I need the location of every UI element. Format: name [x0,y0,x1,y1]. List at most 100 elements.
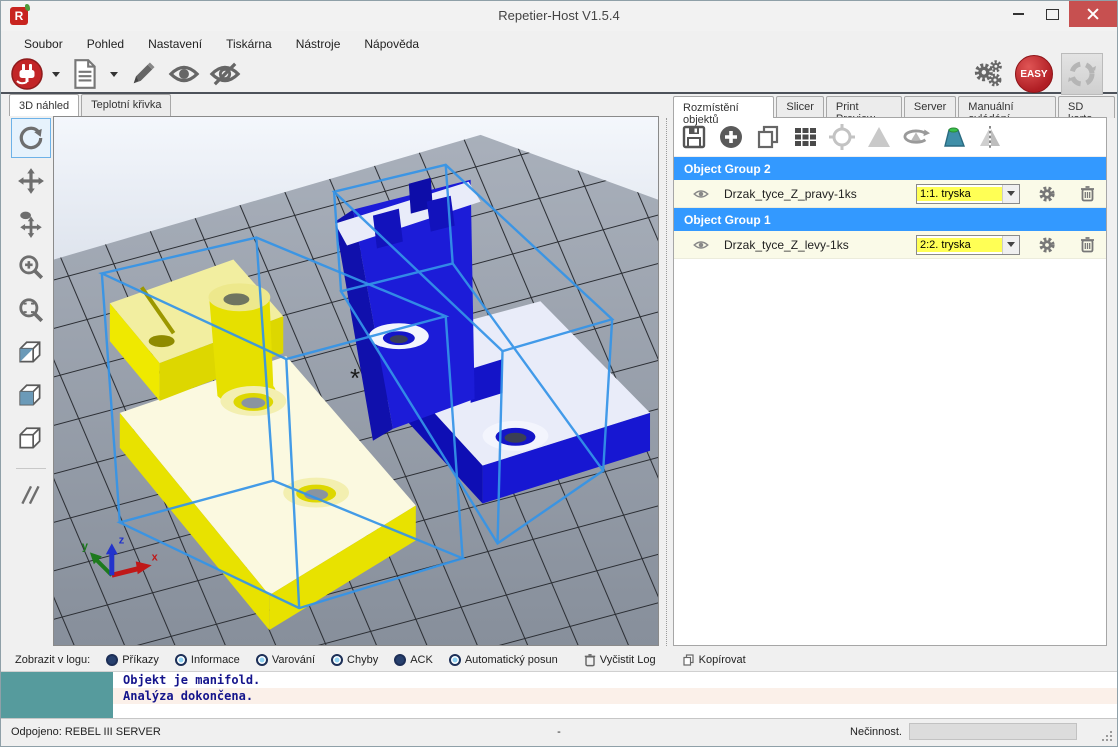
object-settings-button[interactable] [1034,236,1060,254]
add-icon [718,124,744,150]
move-view-button[interactable] [11,161,51,201]
cut-object-button[interactable] [975,122,1005,152]
extruder-select[interactable]: 2:2. tryska [916,235,1020,255]
log-message: Analýza dokončena. [111,689,253,703]
visibility-eye-icon[interactable] [692,188,710,200]
progress-bar [909,723,1077,740]
emergency-stop-button[interactable] [1061,53,1103,95]
trash-icon [1080,236,1095,253]
toggle-automaticky-posun[interactable]: Automatický posun [449,654,558,666]
scale-object-button[interactable] [864,122,894,152]
toggle-dot-icon [449,654,461,666]
autoposition-icon [792,124,818,150]
object-row[interactable]: Drzak_tyce_Z_levy-1ks 2:2. tryska [674,231,1106,259]
tab-manualni-ovladani[interactable]: Manuální ovládání [958,96,1056,118]
autoposition-button[interactable] [790,122,820,152]
menu-soubor[interactable]: Soubor [13,34,74,54]
tab-sd-karta[interactable]: SD karta [1058,96,1115,118]
zoom-in-button[interactable] [11,247,51,287]
minimize-button[interactable] [1001,1,1035,27]
maximize-icon [1046,9,1059,20]
center-object-button[interactable] [827,122,857,152]
easy-mode-button[interactable]: EASY [1015,55,1053,93]
toggle-dot-icon [394,654,406,666]
emergency-stop-icon [1066,58,1098,90]
rotate-view-button[interactable] [11,118,51,158]
front-view-button[interactable] [11,376,51,416]
window-title: Repetier-Host V1.5.4 [1,1,1117,31]
minimize-icon [1013,13,1024,15]
close-button[interactable] [1069,1,1117,27]
copy-icon [755,124,781,150]
extruder-select[interactable]: 1:1. tryska [916,184,1020,204]
plug-icon [10,57,44,91]
tab-server[interactable]: Server [904,96,956,118]
object-group-header[interactable]: Object Group 1 [674,208,1106,231]
add-object-button[interactable] [716,122,746,152]
toggle-prikazy[interactable]: Příkazy [106,654,159,666]
menu-tiskarna[interactable]: Tiskárna [215,34,283,54]
viewport-3d[interactable]: * x y z [54,117,658,645]
menu-nastaveni[interactable]: Nastavení [137,34,213,54]
toggle-chyby[interactable]: Chyby [331,654,378,666]
tab-teplotni-krivka[interactable]: Teplotní křivka [81,94,171,116]
object-toolbar [674,118,1106,157]
resize-grip[interactable] [1101,730,1113,742]
copy-log-button[interactable]: Kopírovat [682,653,746,667]
menu-nastroje[interactable]: Nástroje [285,34,352,54]
printer-settings-button[interactable] [971,58,1007,90]
statusbar: Odpojeno: REBEL III SERVER - Nečinnost. [1,718,1117,746]
maximize-button[interactable] [1035,1,1069,27]
save-button[interactable] [679,122,709,152]
menu-napoveda[interactable]: Nápověda [353,34,430,54]
document-icon [70,58,100,90]
object-group-header[interactable]: Object Group 2 [674,157,1106,180]
combo-arrow-icon[interactable] [1002,185,1019,203]
gears-icon [971,55,1007,93]
hide-travel-button[interactable] [207,58,243,90]
connect-button[interactable] [9,58,45,90]
log-view[interactable]: 13:42:05.123Objekt je manifold. 13:42:05… [1,671,1117,719]
visibility-eye-icon[interactable] [692,239,710,251]
copy-object-button[interactable] [753,122,783,152]
delete-object-button[interactable] [1074,236,1100,253]
menu-pohled[interactable]: Pohled [76,34,135,54]
tab-print-preview[interactable]: Print Preview [826,96,902,118]
connect-dropdown-arrow[interactable] [52,72,60,77]
front-view-icon [17,382,45,410]
left-tab-bar: 3D náhled Teplotní křivka [9,94,173,116]
rotate-view-icon [17,124,45,152]
zoom-fit-button[interactable] [11,290,51,330]
object-settings-button[interactable] [1034,185,1060,203]
status-center: - [557,726,561,738]
edit-gcode-button[interactable] [125,58,161,90]
isometric-view-button[interactable] [11,333,51,373]
toggle-varovani[interactable]: Varování [256,654,315,666]
delete-object-button[interactable] [1074,185,1100,202]
clear-log-button[interactable]: Vyčistit Log [584,653,656,667]
group-title: Object Group 1 [684,213,771,227]
activity-status: Nečinnost. [850,726,902,738]
axis-z-label: z [119,534,125,546]
load-button[interactable] [67,58,103,90]
move-object-button[interactable] [11,204,51,244]
tab-slicer[interactable]: Slicer [776,96,824,118]
object-row[interactable]: Drzak_tyce_Z_pravy-1ks 1:1. tryska [674,180,1106,208]
combo-arrow-icon[interactable] [1002,236,1019,254]
tab-rozmisteni-objektu[interactable]: Rozmístění objektů [673,96,774,118]
lay-flat-button[interactable] [938,122,968,152]
parallel-projection-button[interactable] [11,475,51,515]
zoom-in-icon [17,253,45,281]
top-view-button[interactable] [11,419,51,459]
tab-3d-nahled[interactable]: 3D náhled [9,94,79,116]
toggle-ack[interactable]: ACK [394,654,433,666]
origin-marker: * [350,365,360,393]
log-timestamp-gutter [1,672,113,719]
toggle-informace[interactable]: Informace [175,654,240,666]
load-dropdown-arrow[interactable] [110,72,118,77]
log-filter-label: Zobrazit v logu: [15,654,90,666]
show-filament-button[interactable] [166,58,202,90]
trash-icon [1080,185,1095,202]
log-entry: 13:42:05.123Objekt je manifold. [1,672,1117,688]
rotate-object-button[interactable] [901,122,931,152]
